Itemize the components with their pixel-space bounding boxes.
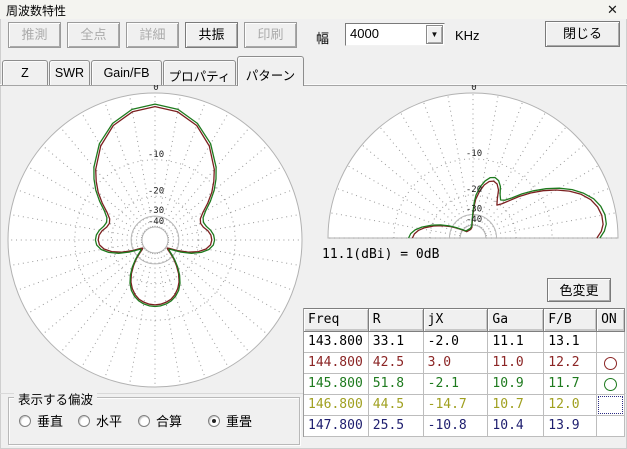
table-cell: 11.0 [488,353,544,374]
ring-label: -10 [466,149,482,159]
radio-label: 合算 [156,411,182,430]
table-header-fb: F/B [544,308,597,332]
plot-boundary [8,93,302,387]
focused-cell-outline [598,396,623,414]
ring-label: -40 [148,217,164,227]
radio-combined[interactable]: 合算 [138,411,182,430]
table-cell: -2.0 [424,332,489,353]
table-cell: 10.4 [488,416,544,437]
table-cell: 13.9 [544,416,597,437]
table-cell: 51.8 [369,374,424,395]
table-row: 145.80051.8-2.110.911.7 [304,374,625,395]
table-cell: 146.800 [304,395,369,416]
table-row: 146.80044.5-14.710.712.0 [304,395,625,416]
table-cell: 42.5 [369,353,424,374]
table-cell: 143.800 [304,332,369,353]
azimuth-pattern-plot: 0 -10 -20 -30-40 [0,85,312,400]
tab-pattern[interactable]: パターン [237,56,304,86]
table-header-ga: Ga [488,308,544,332]
elevation-pattern-plot: 0 -10 -20 -30-40 [320,85,627,243]
color-change-button[interactable]: 色変更 [547,278,611,302]
table-cell: 145.800 [304,374,369,395]
table-cell-on-toggle[interactable] [597,374,625,395]
table-cell-on-toggle[interactable] [597,416,625,437]
table-cell: 147.800 [304,416,369,437]
width-dropdown[interactable]: 4000 ▼ [345,23,445,46]
table-cell: 144.800 [304,353,369,374]
radio-label: 垂直 [37,411,63,430]
tab-z[interactable]: Z [2,60,48,85]
table-cell-on-toggle[interactable] [597,395,625,416]
radio-vertical[interactable]: 垂直 [19,411,63,430]
radio-overlay[interactable]: 重畳 [208,411,252,430]
resonance-button[interactable]: 共振 [185,22,238,48]
tab-gain-fb[interactable]: Gain/FB [91,60,162,85]
ring-label: 0 [471,85,476,93]
estimate-button: 推測 [8,22,61,48]
radio-unselected-icon[interactable] [138,415,150,427]
chevron-down-icon[interactable]: ▼ [426,25,443,44]
detail-button: 詳細 [126,22,179,48]
table-cell-on-toggle[interactable] [597,332,625,353]
table-cell: 3.0 [424,353,489,374]
table-row: 143.80033.1-2.011.113.1 [304,332,625,353]
print-button: 印刷 [244,22,297,48]
radio-unselected-icon[interactable] [19,415,31,427]
tab-properties[interactable]: プロパティ [163,60,236,85]
dialog-title: 周波数特性 [6,2,66,19]
width-dropdown-value: 4000 [350,26,379,41]
ring-label: -20 [148,186,164,196]
table-cell: 11.1 [488,332,544,353]
table-cell: 33.1 [369,332,424,353]
table-header-jx: jX [424,308,489,332]
all-points-button: 全点 [67,22,120,48]
table-cell: 12.0 [544,395,597,416]
table-header-row: FreqRjXGaF/BON [304,308,625,332]
radio-selected-icon[interactable] [208,415,220,427]
close-button[interactable]: 閉じる [545,21,620,47]
close-icon[interactable]: ✕ [604,1,621,18]
table-cell: 13.1 [544,332,597,353]
ring-label: -30 [148,206,164,216]
ring-label: -40 [466,215,482,225]
table-cell: 12.2 [544,353,597,374]
table-cell: 10.7 [488,395,544,416]
tab-swr[interactable]: SWR [49,60,90,85]
table-row: 147.80025.5-10.810.413.9 [304,416,625,437]
table-header-on: ON [597,308,625,332]
frequency-table: FreqRjXGaF/BON143.80033.1-2.011.113.1144… [303,308,625,437]
ring-label: -10 [148,150,164,160]
table-cell: 25.5 [369,416,424,437]
gain-normalization-label: 11.1(dBi) = 0dB [322,247,439,262]
title-bar: 周波数特性 ✕ [0,0,627,19]
table-cell-on-toggle[interactable] [597,353,625,374]
table-header-r: R [369,308,424,332]
table-cell: -2.1 [424,374,489,395]
table-cell: 44.5 [369,395,424,416]
table-cell: -10.8 [424,416,489,437]
frequency-characteristics-dialog: 周波数特性 ✕ 推測全点詳細共振印刷 幅 4000 ▼ KHz 閉じる ZSWR… [0,0,627,449]
radio-horizontal[interactable]: 水平 [78,411,122,430]
table-row: 144.80042.53.011.012.2 [304,353,625,374]
table-cell: 10.9 [488,374,544,395]
table-cell: -14.7 [424,395,489,416]
ring-label: 0 [153,85,158,93]
radio-label: 重畳 [226,411,252,430]
radio-label: 水平 [96,411,122,430]
radio-unselected-icon[interactable] [78,415,90,427]
ring-label: -30 [466,205,482,215]
polarization-groupbox-title: 表示する偏波 [14,389,97,408]
ring-label: -20 [466,185,482,195]
on-state-circle-icon [604,378,617,391]
table-cell: 11.7 [544,374,597,395]
unit-label: KHz [455,28,480,43]
width-label: 幅 [316,28,329,47]
on-state-circle-icon [604,357,617,370]
table-header-freq: Freq [304,308,369,332]
